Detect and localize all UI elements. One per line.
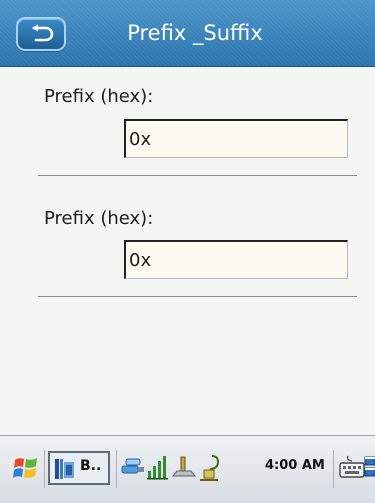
- app-icon: [55, 459, 74, 479]
- keyboard-icon[interactable]: [338, 454, 366, 480]
- taskbar: B.. 4:00 AM: [0, 435, 375, 503]
- page-title: Prefix _Suffix: [127, 21, 263, 45]
- task-button[interactable]: B..: [48, 451, 110, 485]
- taskbar-separator: [333, 450, 334, 488]
- prefix-input-2[interactable]: [124, 240, 348, 279]
- taskbar-separator: [116, 450, 117, 488]
- window-switch-icon[interactable]: [364, 454, 375, 480]
- power-plug-icon[interactable]: [198, 454, 224, 482]
- task-label: B..: [80, 458, 102, 474]
- windows-flag-icon[interactable]: [12, 454, 40, 482]
- prefix-input-1[interactable]: [124, 119, 348, 158]
- prefix-label-1: Prefix (hex):: [44, 86, 154, 107]
- prefix-label-2: Prefix (hex):: [44, 208, 154, 229]
- taskbar-separator: [44, 450, 45, 488]
- volume-icon[interactable]: [171, 454, 197, 480]
- connectivity-icon[interactable]: [120, 454, 146, 480]
- clock-time[interactable]: 4:00 AM: [265, 458, 325, 473]
- back-button[interactable]: [16, 17, 66, 51]
- signal-strength-icon[interactable]: [147, 454, 169, 480]
- row-divider-1: [38, 175, 357, 176]
- back-arrow-icon: [32, 24, 54, 42]
- row-divider-2: [38, 296, 357, 297]
- title-bar: Prefix _Suffix: [0, 0, 375, 67]
